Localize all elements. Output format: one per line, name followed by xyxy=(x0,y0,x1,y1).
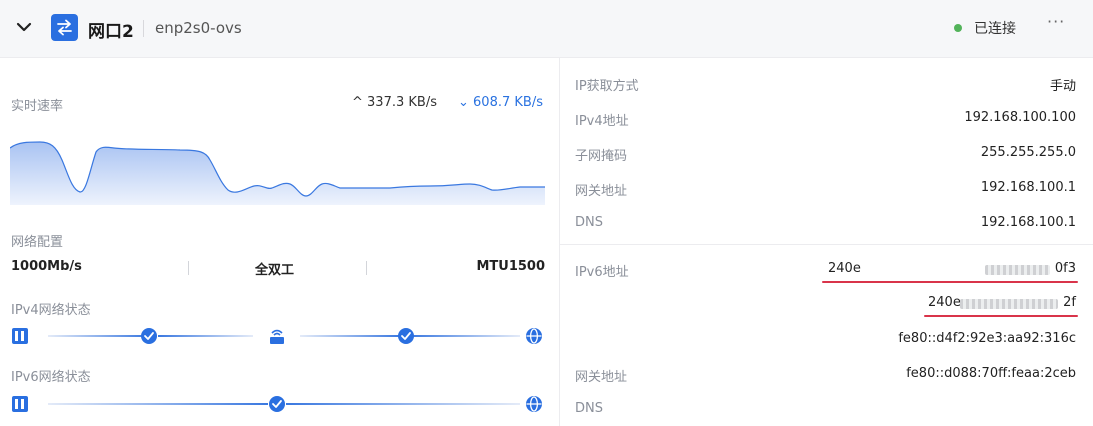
realtime-speed-label: 实时速率 xyxy=(11,99,64,114)
mtu-value: MTU1500 xyxy=(476,259,545,274)
config-divider xyxy=(366,261,367,275)
ip-method-value: 手动 xyxy=(1049,79,1076,94)
download-speed: ⌄ 608.7 KB/s xyxy=(458,95,543,110)
ipv4-address-label: IPv4地址 xyxy=(575,114,629,129)
network-config-label: 网络配置 xyxy=(11,235,64,250)
ipv4-status-path xyxy=(10,326,545,346)
title-divider xyxy=(143,20,144,37)
subnet-mask-value: 255.255.255.0 xyxy=(980,145,1076,160)
globe-icon xyxy=(526,328,542,344)
ipv6-link-local-address: fe80::d4f2:92e3:aa92:316c xyxy=(898,331,1076,346)
check-icon xyxy=(269,396,285,412)
ipv6-dns-label: DNS xyxy=(575,401,603,416)
highlight-underline xyxy=(822,281,1078,283)
connection-status-dot xyxy=(954,24,962,32)
ipv6-address-1-start: 240e xyxy=(828,261,861,276)
highlight-underline xyxy=(924,315,1078,317)
more-options-icon[interactable]: ··· xyxy=(1047,12,1065,31)
device-icon xyxy=(12,328,28,344)
ipv6-address-label: IPv6地址 xyxy=(575,265,629,280)
ipv4-gateway-label: 网关地址 xyxy=(575,184,628,199)
redacted-segment xyxy=(985,265,1050,275)
connection-status: 已连接 xyxy=(974,21,1016,37)
ipv4-status-label: IPv4网络状态 xyxy=(11,303,91,318)
interface-device-name: enp2s0-ovs xyxy=(155,19,242,37)
ipv6-address-2-start: 240e xyxy=(928,295,961,310)
interface-title: 网口2 xyxy=(88,22,134,42)
ipv4-address-value: 192.168.100.100 xyxy=(964,110,1076,125)
config-divider xyxy=(188,261,189,275)
chevron-down-icon[interactable] xyxy=(14,17,34,37)
network-port-icon xyxy=(51,14,78,41)
check-icon xyxy=(398,328,414,344)
ipv6-gateway-value: fe80::d088:70ff:feaa:2ceb xyxy=(906,366,1076,381)
subnet-mask-label: 子网掩码 xyxy=(575,149,628,164)
ipv6-status-path xyxy=(10,394,545,414)
ipv6-address-1-end: 0f3 xyxy=(1054,261,1076,276)
redacted-segment xyxy=(960,299,1058,309)
network-config-row: 1000Mb/s 全双工 MTU1500 xyxy=(11,259,545,279)
realtime-speed-chart xyxy=(10,141,545,205)
check-icon xyxy=(141,328,157,344)
duplex-mode: 全双工 xyxy=(255,263,295,278)
ipv4-ipv6-divider xyxy=(560,244,1093,245)
interface-header: 网口2 enp2s0-ovs 已连接 ··· xyxy=(0,0,1093,58)
ipv4-dns-value: 192.168.100.1 xyxy=(980,215,1076,230)
ipv6-address-2-end: 2f xyxy=(1063,295,1076,310)
upload-speed: ^ 337.3 KB/s xyxy=(352,95,437,110)
globe-icon xyxy=(526,396,542,412)
link-speed: 1000Mb/s xyxy=(11,259,82,274)
router-icon xyxy=(270,329,284,344)
ipv4-gateway-value: 192.168.100.1 xyxy=(980,180,1076,195)
ip-method-label: IP获取方式 xyxy=(575,79,639,94)
ipv6-gateway-label: 网关地址 xyxy=(575,370,628,385)
ipv4-dns-label: DNS xyxy=(575,215,603,230)
ipv6-status-label: IPv6网络状态 xyxy=(11,370,91,385)
panel-divider xyxy=(559,58,560,426)
device-icon xyxy=(12,396,28,412)
